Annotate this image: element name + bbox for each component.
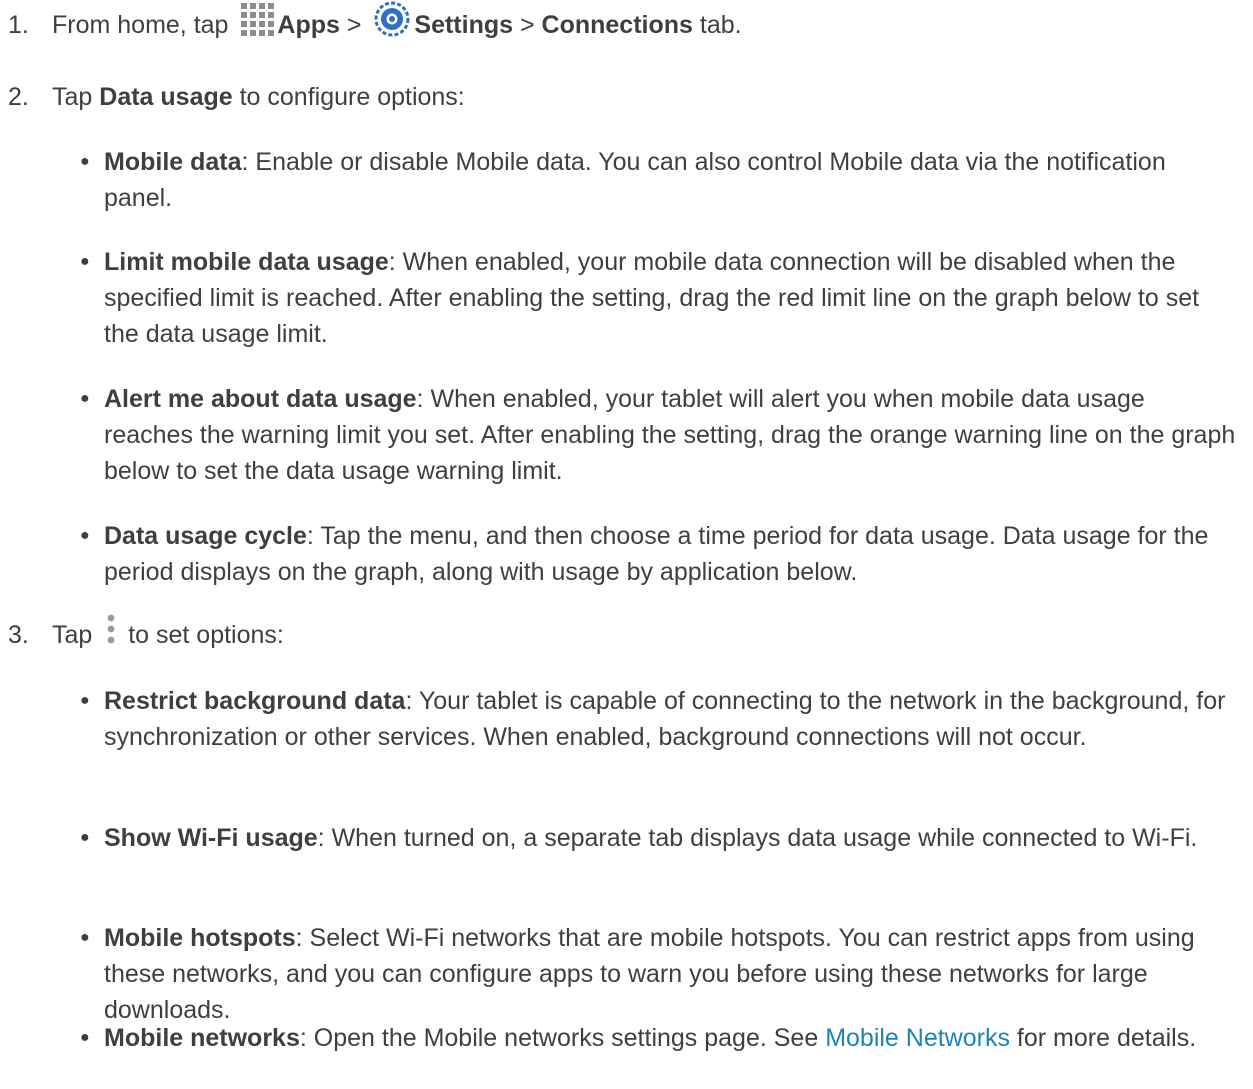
bullet-term: Limit mobile data usage [104, 248, 389, 276]
bullet-icon: ● [80, 829, 90, 846]
bullet-icon: ● [80, 527, 90, 544]
step-number: 3. [8, 621, 29, 649]
list-item: ● Data usage cycle: Tap the menu, and th… [80, 518, 1240, 590]
step-text: Tap [52, 83, 100, 111]
step-text: From home, tap [52, 11, 236, 39]
settings-gear-icon [374, 1, 410, 37]
step-number: 1. [8, 11, 29, 39]
bullet-term: Data usage cycle [104, 522, 307, 550]
bullet-icon: ● [80, 253, 90, 270]
step-text: to configure options: [232, 83, 465, 111]
separator: > [339, 11, 369, 39]
list-item: ● Limit mobile data usage: When enabled,… [80, 244, 1240, 352]
bullet-term: Show Wi-Fi usage [104, 824, 318, 852]
bullet-text: : When turned on, a separate tab display… [317, 824, 1198, 852]
data-usage-label: Data usage [99, 83, 233, 111]
separator: > [513, 11, 542, 39]
step-1: 1. From home, tap Apps > Settings > Conne… [8, 1, 742, 44]
list-item: ● Restrict background data: Your tablet … [80, 683, 1240, 755]
mobile-networks-link[interactable]: Mobile Networks [825, 1024, 1010, 1052]
connections-label: Connections [541, 11, 693, 39]
bullet-icon: ● [80, 153, 90, 170]
step-text: Tap [52, 621, 100, 649]
bullet-icon: ● [80, 692, 90, 709]
bullet-icon: ● [80, 390, 90, 407]
document-page: 1. From home, tap Apps > Settings > Conne… [0, 0, 1253, 1089]
bullet-term: Mobile hotspots [104, 924, 296, 952]
bullet-text: : Open the Mobile networks settings page… [299, 1024, 826, 1052]
bullet-term: Mobile networks [104, 1024, 300, 1052]
bullet-term: Restrict background data [104, 687, 406, 715]
list-item: ● Mobile data: Enable or disable Mobile … [80, 144, 1240, 216]
bullet-icon: ● [80, 929, 90, 946]
list-item: ● Mobile networks: Open the Mobile netwo… [80, 1020, 1240, 1056]
more-options-icon [105, 612, 117, 648]
list-item: ● Alert me about data usage: When enable… [80, 381, 1240, 489]
step-text: tab. [692, 11, 742, 39]
apps-grid-icon [239, 1, 275, 37]
step-3: 3. Tap to set options: [8, 614, 284, 654]
settings-label: Settings [414, 11, 514, 39]
apps-label: Apps [277, 11, 340, 39]
list-item: ● Mobile hotspots: Select Wi-Fi networks… [80, 920, 1240, 1028]
list-item: ● Show Wi-Fi usage: When turned on, a se… [80, 820, 1240, 856]
bullet-icon: ● [80, 1029, 90, 1046]
step-number: 2. [8, 83, 29, 111]
bullet-text: : Enable or disable Mobile data. You can… [104, 148, 1166, 212]
step-2: 2. Tap Data usage to configure options: [8, 80, 465, 114]
step-text: to set options: [121, 621, 284, 649]
bullet-term: Mobile data [104, 148, 242, 176]
bullet-term: Alert me about data usage [104, 385, 417, 413]
bullet-text: for more details. [1009, 1024, 1197, 1052]
